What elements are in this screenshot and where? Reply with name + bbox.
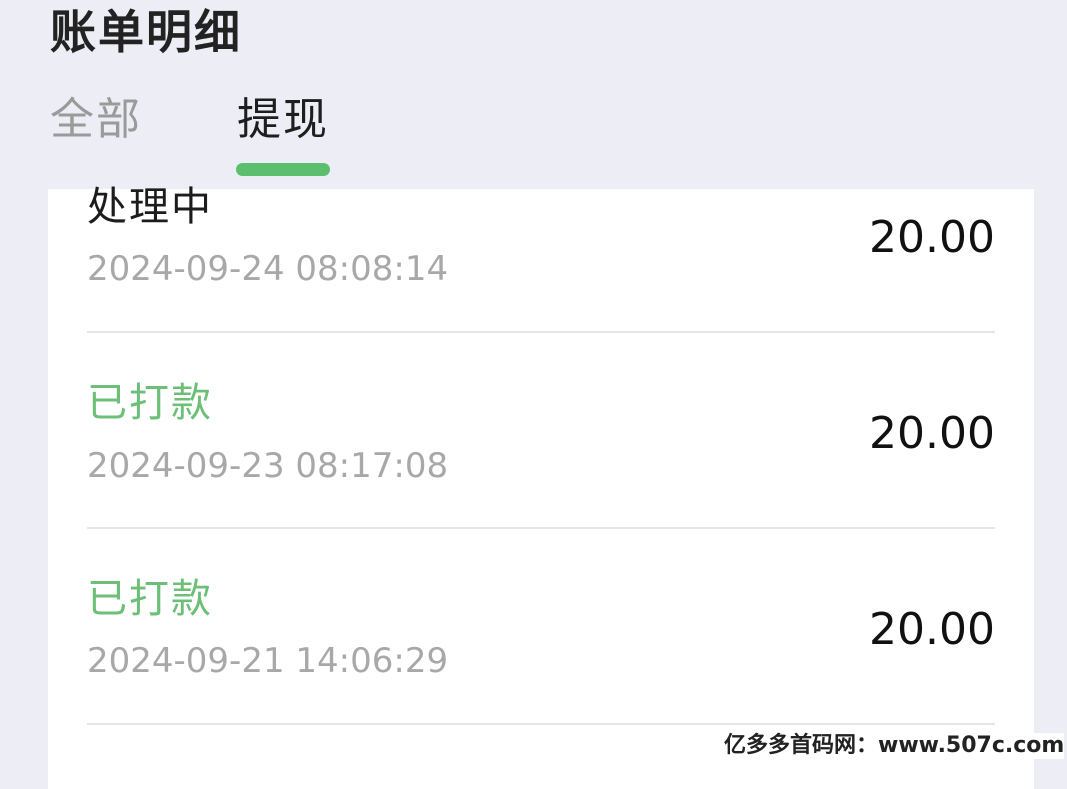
record-item[interactable]: 处理中 2024-09-24 08:08:14 20.00 (87, 137, 995, 333)
record-time: 2024-09-23 08:17:08 (87, 446, 449, 486)
site-watermark: 亿多多首码网：www.507c.com (724, 733, 1065, 759)
record-item[interactable]: 已打款 2024-09-21 14:06:29 20.00 (87, 529, 995, 725)
record-item[interactable]: 已打款 2024-09-23 08:17:08 20.00 (87, 333, 995, 529)
record-list: 处理中 2024-09-24 08:08:14 20.00 已打款 2024-0… (48, 184, 1034, 789)
record-amount: 20.00 (869, 212, 995, 263)
record-amount: 20.00 (869, 408, 995, 459)
record-time: 2024-09-21 14:06:29 (87, 641, 449, 681)
record-amount: 20.00 (869, 604, 995, 655)
record-status: 处理中 (87, 184, 213, 230)
record-status: 已打款 (87, 576, 213, 622)
record-time: 2024-09-24 08:08:14 (87, 249, 449, 289)
page-title: 账单明细 (50, 5, 242, 59)
record-status: 已打款 (87, 380, 213, 426)
